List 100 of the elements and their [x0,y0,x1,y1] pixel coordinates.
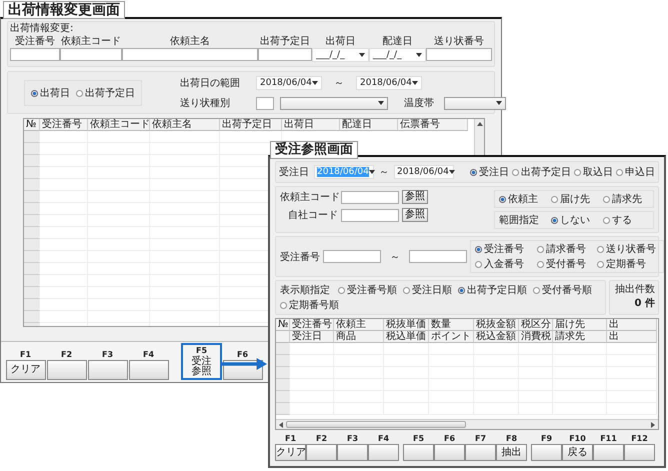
code-field[interactable] [341,208,399,222]
radio-option[interactable]: 入金番号 [475,257,533,271]
function-key[interactable] [368,444,399,461]
dropdown[interactable] [280,96,388,110]
dropdown[interactable] [444,96,506,110]
column-header[interactable]: 請求先 [553,331,607,343]
function-key[interactable] [128,360,168,380]
radio-option[interactable]: 出荷予定日 [512,165,571,179]
column-header[interactable]: 税込単価 [384,331,429,343]
radio-option[interactable]: する [603,213,649,227]
field-label: 自社コード [287,208,338,222]
row-header [24,167,40,179]
table-cell [290,391,334,403]
text-field[interactable] [122,48,258,61]
radio-option[interactable]: 受注日 [470,165,509,179]
range-label: 出荷日の範囲 [180,76,241,90]
function-key[interactable] [306,444,337,461]
function-key[interactable] [465,444,496,461]
radio-option[interactable]: 申込日 [616,165,655,179]
radio-option[interactable]: 出荷日 [31,86,70,100]
code-field[interactable] [341,190,399,204]
code-field[interactable] [256,96,274,110]
radio-option[interactable]: 受注番号 [475,242,533,256]
function-key[interactable]: 抽出 [496,444,527,461]
function-key[interactable] [624,444,655,461]
radio-option[interactable]: しない [551,213,597,227]
column-header[interactable]: 届け先 [553,319,607,331]
function-key[interactable]: クリア [6,360,46,380]
text-field[interactable] [426,48,492,61]
function-key[interactable] [337,444,368,461]
key-label: F6 [236,349,248,360]
column-header[interactable]: 伝票番号 [398,119,468,131]
function-key[interactable]: 受注参照 [190,356,212,378]
row-header [276,391,290,403]
caret-icon [359,53,365,57]
radio-option[interactable]: 請求番号 [537,242,593,256]
function-key[interactable] [593,444,624,461]
table-cell [290,343,334,355]
date-field[interactable]: ___/_/_ [369,48,426,62]
radio-option[interactable]: 出荷予定日順 [458,283,527,297]
function-key[interactable] [88,360,128,380]
text-field[interactable] [409,250,467,263]
radio-option[interactable]: 受注番号順 [338,283,397,297]
column-header[interactable]: 税抜金額 [474,319,519,331]
caret-icon [416,53,422,57]
column-header[interactable]: № [24,119,40,131]
lookup-button[interactable]: 参照 [402,190,428,204]
key-label: F1 [20,349,32,360]
radio-option[interactable]: 定期番号 [597,257,659,271]
lookup-button[interactable]: 参照 [402,208,428,222]
function-key[interactable]: 戻る [562,444,593,461]
radio-option[interactable]: 請求先 [603,192,649,206]
column-header[interactable]: ポイント [429,331,474,343]
column-header[interactable]: 消費税 [519,331,553,343]
text-field[interactable] [258,48,312,61]
function-key[interactable] [403,444,434,461]
scroll-thumb[interactable] [286,421,466,428]
field-label: 受注番号 [280,250,320,264]
table-cell [607,379,657,391]
scrollbar[interactable] [276,419,658,429]
text-field[interactable] [60,48,122,61]
radio-option[interactable]: 送り状番号 [597,242,659,256]
table-cell [40,215,88,227]
column-header[interactable]: 配達日 [340,119,398,131]
scroll-left-icon [279,422,283,428]
column-header[interactable]: 数量 [429,319,474,331]
range-separator: ～ [389,250,401,264]
row-header [24,179,40,191]
radio-option[interactable]: 取込日 [574,165,613,179]
function-key[interactable] [434,444,465,461]
function-key[interactable]: クリア [275,444,306,461]
key-label: F4 [378,433,390,444]
key-label: F8 [506,433,518,444]
column-header[interactable]: 出 [607,319,657,331]
column-header[interactable]: 出 [607,331,657,343]
column-header[interactable]: 税抜単価 [384,319,429,331]
column-header[interactable]: № [276,319,290,331]
row-header [276,343,290,355]
radio-option[interactable]: 届け先 [551,192,597,206]
table-cell [334,343,384,355]
radio-option[interactable]: 受付番号 [537,257,593,271]
function-key[interactable] [531,444,562,461]
field-label: 受注日 [279,166,309,179]
date-picker[interactable]: 2018/06/04 [356,76,422,90]
column-header[interactable]: 税区分 [519,319,553,331]
radio-option[interactable]: 依頼主 [499,192,545,206]
date-field[interactable]: ___/_/_ [312,48,369,62]
radio-option[interactable]: 受付番号順 [533,283,592,297]
text-field[interactable] [323,250,381,263]
radio-option[interactable]: 出荷予定日 [76,86,135,100]
date-picker[interactable]: 2018/06/04 [256,76,322,90]
table-cell [290,367,334,379]
range-separator: ～ [378,166,390,179]
radio-option[interactable]: 受注日順 [403,283,452,297]
column-header[interactable]: 税込金額 [474,331,519,343]
function-key[interactable] [46,360,86,380]
text-field[interactable] [10,48,60,61]
column-header[interactable]: 出荷日 [282,119,340,131]
date-picker[interactable]: 2018/06/04 [394,165,454,179]
radio-option[interactable]: 定期番号順 [280,298,339,312]
